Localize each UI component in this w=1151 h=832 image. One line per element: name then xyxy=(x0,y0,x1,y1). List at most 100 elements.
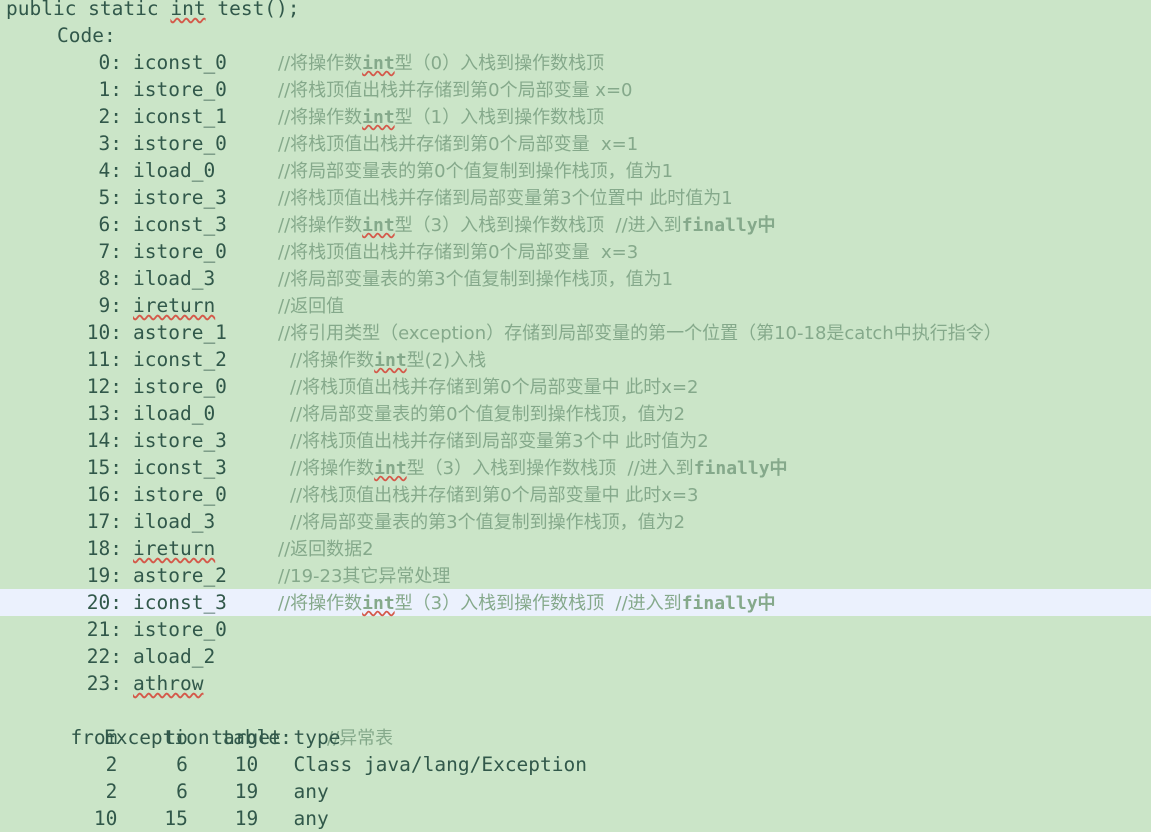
instruction-comment: //将栈顶值出栈并存储到第0个局部变量中 此时x=2 xyxy=(278,377,699,398)
instruction-opcode: iconst_3 xyxy=(133,456,227,479)
instruction-row: 0: iconst_0 //将操作数int型（0）入栈到操作数栈顶 xyxy=(0,49,1151,76)
instruction-comment: //将局部变量表的第0个值复制到操作栈顶，值为1 xyxy=(278,161,673,182)
instruction-index: 14: xyxy=(86,429,122,452)
comment-text: //将引用类型（exception）存储到局部变量的第一个位置（第10-18是c… xyxy=(278,323,1002,344)
instruction-row: 11: iconst_2 //将操作数int型(2)入栈 xyxy=(0,346,1151,373)
instruction-comment: //将栈顶值出栈并存储到第0个局部变量 x=1 xyxy=(278,134,638,155)
instruction-index: 21: xyxy=(86,618,122,641)
instruction-opcode: ireturn xyxy=(133,294,216,317)
instruction-row: 13: iload_0 //将局部变量表的第0个值复制到操作栈顶，值为2 xyxy=(0,400,1151,427)
comment-text-tail: 型(2)入栈 xyxy=(406,350,487,371)
instruction-index: 12: xyxy=(86,375,122,398)
instruction-index: 13: xyxy=(86,402,122,425)
instruction-row: 8: iload_3 //将局部变量表的第3个值复制到操作栈顶，值为1 xyxy=(0,265,1151,292)
instruction-row: 23: athrow xyxy=(0,670,1151,697)
instruction-comment: //将局部变量表的第0个值复制到操作栈顶，值为2 xyxy=(278,404,685,425)
comment-keyword-finally: finally中 xyxy=(693,458,788,479)
instruction-comment: //将局部变量表的第3个值复制到操作栈顶，值为2 xyxy=(278,512,685,533)
comment-text: //将栈顶值出栈并存储到第0个局部变量 x=1 xyxy=(278,134,639,155)
instruction-row: 3: istore_0 //将栈顶值出栈并存储到第0个局部变量 x=1 xyxy=(0,130,1151,157)
comment-text: //将局部变量表的第0个值复制到操作栈顶，值为1 xyxy=(278,161,674,182)
instruction-index: 4: xyxy=(98,159,122,182)
comment-text: //将栈顶值出栈并存储到局部变量第3个位置中 此时值为1 xyxy=(278,188,733,209)
comment-text: //将局部变量表的第3个值复制到操作栈顶，值为1 xyxy=(278,269,674,290)
comment-text: //将局部变量表的第0个值复制到操作栈顶，值为2 xyxy=(290,404,686,425)
instruction-opcode: iconst_3 xyxy=(133,591,227,614)
instruction-row: 21: istore_0 xyxy=(0,616,1151,643)
instruction-row: 22: aload_2 xyxy=(0,643,1151,670)
instruction-row: 20: iconst_3 //将操作数int型（3）入栈到操作数栈顶 //进入到fi… xyxy=(0,589,1151,616)
instruction-comment: //将局部变量表的第3个值复制到操作栈顶，值为1 xyxy=(278,269,673,290)
instruction-comment: //将操作数int型（3）入栈到操作数栈顶 //进入到finally中 xyxy=(278,458,788,479)
code-label: Code: xyxy=(57,24,116,47)
instruction-comment: //返回数据2 xyxy=(278,539,374,560)
instruction-opcode: istore_0 xyxy=(133,240,227,263)
instruction-row: 10: astore_1 //将引用类型（exception）存储到局部变量的第一个… xyxy=(0,319,1151,346)
instruction-row: 18: ireturn //返回数据2 xyxy=(0,535,1151,562)
instruction-opcode: ireturn xyxy=(133,537,216,560)
instruction-opcode: iload_0 xyxy=(133,402,216,425)
instruction-index: 18: xyxy=(86,537,122,560)
instruction-index: 7: xyxy=(98,240,122,263)
comment-text: //将栈顶值出栈并存储到局部变量第3个中 此时值为2 xyxy=(290,431,709,452)
comment-keyword-int: int xyxy=(362,593,395,614)
instruction-comment: //将栈顶值出栈并存储到局部变量第3个位置中 此时值为1 xyxy=(278,188,733,209)
comment-text: //将操作数 xyxy=(290,350,375,371)
instruction-opcode: istore_0 xyxy=(133,78,227,101)
instruction-row: 14: istore_3 //将栈顶值出栈并存储到局部变量第3个中 此时值为2 xyxy=(0,427,1151,454)
instruction-comment: //将栈顶值出栈并存储到第0个局部变量 x=0 xyxy=(278,80,633,101)
instruction-index: 16: xyxy=(86,483,122,506)
instruction-opcode: iconst_3 xyxy=(133,213,227,236)
comment-keyword-int: int xyxy=(374,350,407,371)
instruction-index: 15: xyxy=(86,456,122,479)
instruction-row: 15: iconst_3 //将操作数int型（3）入栈到操作数栈顶 //进入到fi… xyxy=(0,454,1151,481)
instruction-index: 5: xyxy=(98,186,122,209)
comment-text-tail: 型（3）入栈到操作数栈顶 //进入到 xyxy=(394,593,682,614)
comment-keyword-int: int xyxy=(362,215,395,236)
comment-text: //将操作数 xyxy=(278,53,363,74)
instruction-row: 5: istore_3 //将栈顶值出栈并存储到局部变量第3个位置中 此时值为1 xyxy=(0,184,1151,211)
comment-text: //返回值 xyxy=(278,296,345,317)
comment-keyword-int: int xyxy=(362,107,395,128)
comment-keyword-finally: finally中 xyxy=(681,215,776,236)
instruction-comment: //将操作数int型（3）入栈到操作数栈顶 //进入到finally中 xyxy=(278,215,776,236)
instruction-index: 6: xyxy=(98,213,122,236)
comment-text: //将栈顶值出栈并存储到第0个局部变量中 此时x=3 xyxy=(290,485,699,506)
instruction-row: 9: ireturn //返回值 xyxy=(0,292,1151,319)
exception-table-row: 2 6 10 Class java/lang/Exception xyxy=(0,753,587,776)
instruction-index: 9: xyxy=(98,294,122,317)
comment-text: //将栈顶值出栈并存储到第0个局部变量 x=3 xyxy=(278,242,639,263)
instruction-comment: //将操作数int型(2)入栈 xyxy=(278,350,486,371)
instruction-opcode: istore_3 xyxy=(133,186,227,209)
instruction-index: 10: xyxy=(86,321,122,344)
comment-text: //将栈顶值出栈并存储到第0个局部变量中 此时x=2 xyxy=(290,377,699,398)
instruction-opcode: aload_2 xyxy=(133,645,216,668)
exception-table-row: 2 6 19 any xyxy=(0,780,329,803)
instruction-opcode: iload_3 xyxy=(133,510,216,533)
instruction-comment: //19-23其它异常处理 xyxy=(278,566,450,587)
comment-text: //19-23其它异常处理 xyxy=(278,566,451,587)
code-label-row: Code: xyxy=(0,22,1151,49)
instruction-index: 11: xyxy=(86,348,122,371)
comment-text-tail: 型（3）入栈到操作数栈顶 //进入到 xyxy=(394,215,682,236)
instruction-opcode: istore_0 xyxy=(133,375,227,398)
instruction-opcode: athrow xyxy=(133,672,204,695)
comment-text: //将操作数 xyxy=(278,215,363,236)
instruction-row: 7: istore_0 //将栈顶值出栈并存储到第0个局部变量 x=3 xyxy=(0,238,1151,265)
instruction-index: 0: xyxy=(98,51,122,74)
bytecode-listing-page: public static int test(); Code: 0: iconst… xyxy=(0,0,1151,831)
comment-keyword-finally: finally中 xyxy=(681,593,776,614)
instruction-row: 16: istore_0 //将栈顶值出栈并存储到第0个局部变量中 此时x=3 xyxy=(0,481,1151,508)
exception-table-header: from to target type xyxy=(0,726,341,749)
instruction-opcode: iload_0 xyxy=(133,159,216,182)
misspelled-token-int: int xyxy=(170,0,206,20)
comment-text-tail: 型（1）入栈到操作数栈顶 xyxy=(394,107,605,128)
comment-text-tail: 型（3）入栈到操作数栈顶 //进入到 xyxy=(406,458,694,479)
instruction-index: 3: xyxy=(98,132,122,155)
instruction-comment: //将操作数int型（3）入栈到操作数栈顶 //进入到finally中 xyxy=(278,593,776,614)
instruction-index: 17: xyxy=(86,510,122,533)
comment-text: //将操作数 xyxy=(290,458,375,479)
instruction-index: 1: xyxy=(98,78,122,101)
instruction-index: 22: xyxy=(86,645,122,668)
comment-text: //将栈顶值出栈并存储到第0个局部变量 x=0 xyxy=(278,80,633,101)
